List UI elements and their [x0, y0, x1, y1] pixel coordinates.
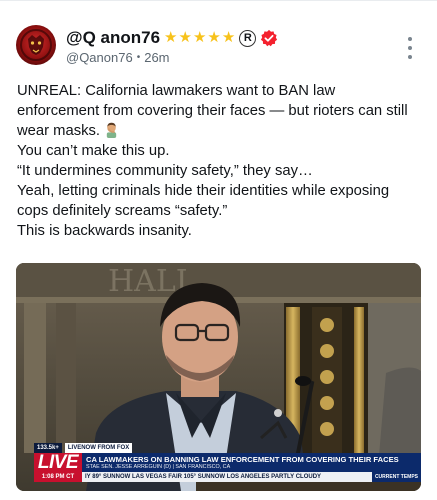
- verified-badge-icon: [261, 29, 278, 47]
- author-meta: @Qanon76 • 26m: [66, 50, 170, 65]
- star-icon: ★: [207, 29, 221, 46]
- post-header: @Q anon76 ★ ★ ★ ★ ★ R @Qanon76 • 26m: [14, 23, 423, 75]
- star-badges: ★ ★ ★ ★ ★: [164, 30, 236, 46]
- current-temps-label: CURRENT TEMPS: [371, 472, 421, 482]
- post-text-line: This is backwards insanity.: [17, 223, 192, 239]
- avatar[interactable]: [16, 25, 56, 65]
- more-options-icon[interactable]: [403, 37, 417, 59]
- star-icon: ★: [164, 29, 178, 46]
- avatar-lion-icon: [20, 29, 52, 61]
- post-text-line: You can’t make this up.: [17, 143, 170, 159]
- weather-ticker: IY 89° SUNNOW LAS VEGAS FAIR 105° SUNNOW…: [82, 472, 372, 482]
- post-text-line: “It undermines community safety,” they s…: [17, 163, 313, 179]
- post-body: UNREAL: California lawmakers want to BAN…: [17, 81, 421, 241]
- video-thumbnail[interactable]: HALL 133.5k+ LIVENOW FROM FOX LIVE CA LA…: [16, 263, 421, 491]
- registered-mark-icon: R: [239, 29, 257, 47]
- news-headline: CA LAWMAKERS ON BANNING LAW ENFORCEMENT …: [82, 453, 421, 472]
- handle[interactable]: @Qanon76: [66, 50, 133, 65]
- post-time[interactable]: 26m: [144, 50, 169, 65]
- subheadline-text: STAE SEN. JESSE ARREGUIN (D) | SAN FRANC…: [86, 463, 231, 470]
- star-icon: ★: [221, 29, 236, 46]
- broadcast-time: 1:08 PM CT: [34, 472, 82, 482]
- star-icon: ★: [192, 29, 207, 46]
- star-icon: ★: [178, 29, 192, 46]
- post-card: @Q anon76 ★ ★ ★ ★ ★ R @Qanon76 • 26m UNR…: [0, 0, 437, 500]
- meta-separator: •: [136, 52, 141, 63]
- author-name-row: @Q anon76 ★ ★ ★ ★ ★ R: [66, 26, 278, 50]
- display-name[interactable]: @Q anon76: [66, 28, 160, 48]
- man-facepalming-emoji: [106, 122, 117, 138]
- live-badge: LIVE: [34, 453, 82, 472]
- headline-text: CA LAWMAKERS ON BANNING LAW ENFORCEMENT …: [86, 454, 399, 464]
- post-text-line: UNREAL: California lawmakers want to BAN…: [17, 83, 408, 139]
- news-lower-third: 133.5k+ LIVENOW FROM FOX LIVE CA LAWMAKE…: [16, 443, 421, 491]
- post-text-line: Yeah, letting criminals hide their ident…: [17, 183, 390, 219]
